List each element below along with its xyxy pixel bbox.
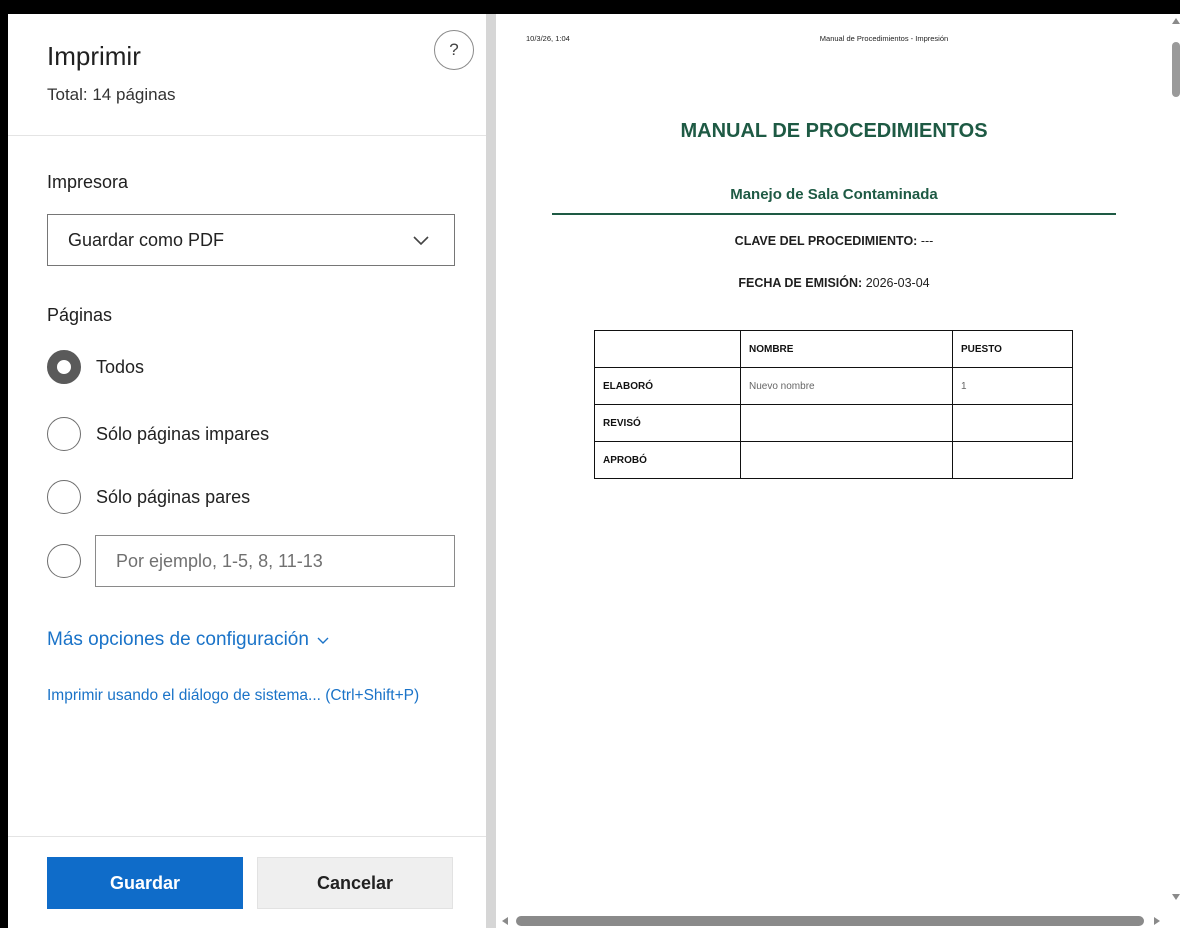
horizontal-scroll-thumb[interactable] bbox=[516, 916, 1144, 926]
system-dialog-link[interactable]: Imprimir usando el diálogo de sistema...… bbox=[47, 687, 486, 705]
document-subtitle: Manejo de Sala Contaminada bbox=[730, 186, 938, 203]
radio-all-pages[interactable]: Todos bbox=[47, 350, 144, 384]
dialog-title: Imprimir bbox=[47, 41, 141, 71]
chevron-down-icon bbox=[413, 236, 429, 246]
header-divider bbox=[8, 135, 486, 136]
radio-button[interactable] bbox=[47, 544, 81, 578]
role-cell: REVISÓ bbox=[594, 404, 741, 442]
radio-odd-pages-label: Sólo páginas impares bbox=[96, 423, 270, 444]
total-pages: Total: 14 páginas bbox=[47, 85, 176, 104]
procedure-key: CLAVE DEL PROCEDIMIENTO: --- bbox=[552, 234, 1116, 248]
page-header-title: Manual de Procedimientos - Impresión bbox=[819, 34, 949, 43]
radio-odd-pages[interactable]: Sólo páginas impares bbox=[47, 417, 269, 451]
vertical-scroll-thumb[interactable] bbox=[1172, 42, 1180, 97]
help-button[interactable]: ? bbox=[434, 30, 474, 70]
more-settings-link[interactable]: Más opciones de configuración bbox=[47, 629, 329, 651]
table-header-cell bbox=[594, 330, 741, 368]
print-dialog: Imprimir Total: 14 páginas ? Impresora G… bbox=[8, 14, 1180, 928]
radio-custom-pages[interactable] bbox=[47, 544, 81, 578]
table-header-cell: PUESTO bbox=[952, 330, 1073, 368]
procedure-key-label: CLAVE DEL PROCEDIMIENTO: bbox=[734, 234, 918, 248]
vertical-scrollbar[interactable] bbox=[1170, 14, 1180, 914]
save-button[interactable]: Guardar bbox=[47, 857, 243, 909]
puesto-cell bbox=[952, 441, 1073, 479]
pages-label: Páginas bbox=[47, 305, 113, 325]
more-settings-label: Más opciones de configuración bbox=[47, 629, 309, 650]
chevron-down-icon bbox=[317, 637, 329, 644]
radio-all-pages-label: Todos bbox=[96, 356, 145, 377]
table-row: APROBÓ bbox=[594, 441, 1073, 479]
table-header-row: NOMBRE PUESTO bbox=[594, 330, 1073, 368]
issue-date-value: 2026-03-04 bbox=[865, 276, 930, 290]
printer-label: Impresora bbox=[47, 172, 129, 192]
cancel-button[interactable]: Cancelar bbox=[257, 857, 453, 909]
issue-date-label: FECHA DE EMISIÓN: bbox=[738, 276, 863, 290]
puesto-cell bbox=[952, 404, 1073, 442]
question-icon: ? bbox=[449, 40, 459, 59]
signature-table: NOMBRE PUESTO ELABORÓ Nuevo nombre 1 REV… bbox=[594, 330, 1073, 479]
scroll-up-arrow-icon[interactable] bbox=[1172, 18, 1180, 24]
radio-even-pages[interactable]: Sólo páginas pares bbox=[47, 480, 250, 514]
title-rule bbox=[552, 213, 1116, 215]
printer-select[interactable]: Guardar como PDF bbox=[47, 214, 455, 266]
radio-button-checked[interactable] bbox=[47, 350, 81, 384]
table-header-cell: NOMBRE bbox=[740, 330, 953, 368]
printer-selected-value: Guardar como PDF bbox=[68, 229, 225, 250]
scroll-left-arrow-icon[interactable] bbox=[502, 917, 508, 925]
custom-pages-input[interactable] bbox=[95, 535, 455, 587]
panel-divider bbox=[486, 14, 496, 928]
settings-panel: Imprimir Total: 14 páginas ? Impresora G… bbox=[8, 14, 486, 928]
table-row: REVISÓ bbox=[594, 404, 1073, 442]
print-preview: 10/3/26, 1:04 Manual de Procedimientos -… bbox=[496, 14, 1180, 928]
issue-date: FECHA DE EMISIÓN: 2026-03-04 bbox=[552, 276, 1116, 290]
document-title: MANUAL DE PROCEDIMIENTOS bbox=[680, 120, 988, 142]
role-cell: ELABORÓ bbox=[594, 367, 741, 405]
radio-button[interactable] bbox=[47, 417, 81, 451]
procedure-key-value: --- bbox=[920, 234, 934, 248]
nombre-cell bbox=[740, 441, 953, 479]
nombre-cell bbox=[740, 404, 953, 442]
scroll-down-arrow-icon[interactable] bbox=[1172, 894, 1180, 900]
footer-divider bbox=[8, 836, 486, 837]
table-row: ELABORÓ Nuevo nombre 1 bbox=[594, 367, 1073, 405]
page-header-date: 10/3/26, 1:04 bbox=[526, 34, 570, 43]
radio-even-pages-label: Sólo páginas pares bbox=[96, 486, 251, 507]
nombre-cell: Nuevo nombre bbox=[740, 367, 953, 405]
role-cell: APROBÓ bbox=[594, 441, 741, 479]
puesto-cell: 1 bbox=[952, 367, 1073, 405]
radio-button[interactable] bbox=[47, 480, 81, 514]
scroll-right-arrow-icon[interactable] bbox=[1154, 917, 1160, 925]
